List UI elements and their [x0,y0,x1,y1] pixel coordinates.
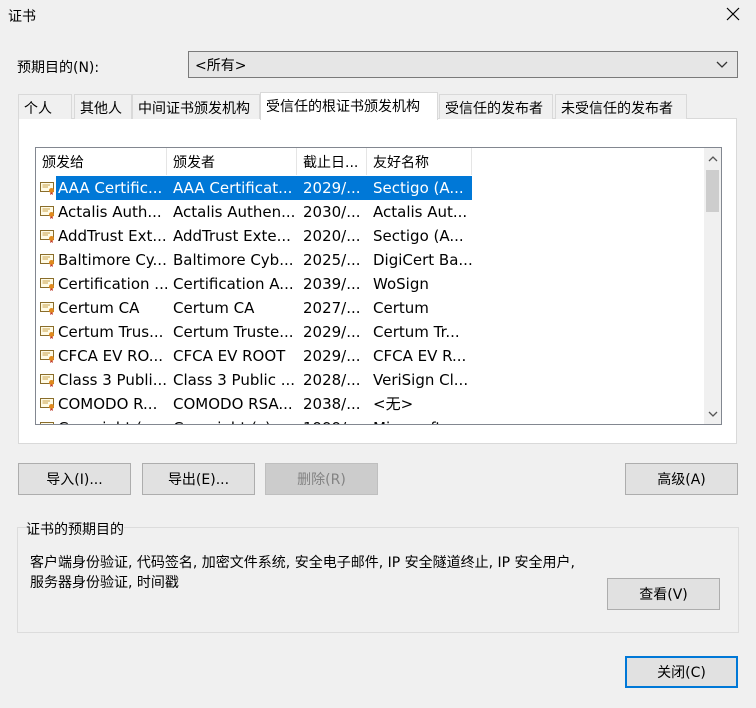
table-cell: VeriSign Cl... [373,371,469,389]
table-row[interactable]: Certum Trus... Certum Truste... 2029/... Ce… [36,320,706,344]
tab-other-people[interactable]: 其他人 [74,94,132,119]
table-cell: Sectigo (A... [373,227,464,245]
table-cell: AAA Certificat... [173,179,293,197]
advanced-button[interactable]: 高级(A) [625,463,738,495]
table-cell: DigiCert Ba... [373,251,472,269]
chevron-down-icon [716,61,728,68]
table-cell: 2029/... [303,179,361,197]
list-header: 颁发给 颁发者 截止日... 友好名称 [36,148,706,175]
column-friendly-name[interactable]: 友好名称 [367,148,472,175]
table-cell: Certum Truste... [173,323,294,341]
table-cell: 2020/... [303,227,361,245]
table-cell: COMODO RSA... [173,395,293,413]
table-cell: Copyright (c) ... [167,416,297,424]
table-cell: 2029/... [303,323,361,341]
vertical-scrollbar[interactable] [704,148,721,424]
table-row[interactable]: Class 3 Publi... Class 3 Public ... 2028/.… [36,368,706,392]
chevron-down-icon [708,411,717,417]
certificate-list[interactable]: 颁发给 颁发者 截止日... 友好名称 AAA Certific... AAA C… [35,147,722,425]
view-button[interactable]: 查看(V) [607,578,720,610]
cert-purposes-title: 证书的预期目的 [26,519,124,539]
table-cell: CFCA EV ROOT [173,347,286,365]
table-row[interactable]: Copyright (c...Copyright (c) ...1999/...… [36,416,706,424]
column-expiration[interactable]: 截止日... [297,148,367,175]
table-cell: Actalis Auth... [58,203,162,221]
table-cell: Class 3 Public ... [173,371,296,389]
table-cell: 2029/... [303,347,361,365]
table-cell: Actalis Authen... [173,203,296,221]
window-title: 证书 [8,9,36,25]
table-cell: Actalis Aut... [373,203,468,221]
tab-untrusted-publishers[interactable]: 未受信任的发布者 [555,94,687,119]
table-cell: Baltimore Cyb... [173,251,294,269]
scroll-thumb[interactable] [706,170,719,212]
table-row[interactable]: AAA Certific... AAA Certificat... 2029/...… [36,176,706,200]
table-cell: Sectigo (A... [373,179,464,197]
table-row[interactable]: Certum CA Certum CA 2027/... Certum [36,296,706,320]
table-cell: 2039/... [303,275,361,293]
cert-purposes-text: 客户端身份验证, 代码签名, 加密文件系统, 安全电子邮件, IP 安全隧道终止… [30,555,575,591]
table-row[interactable]: Actalis Auth... Actalis Authen... 2030/...… [36,200,706,224]
table-cell: Certum Trus... [58,323,164,341]
table-cell: Class 3 Publi... [58,371,167,389]
close-icon [726,7,740,21]
table-cell: Certum CA [58,299,140,317]
table-cell: CFCA EV R... [373,347,467,365]
table-cell: Certum [373,299,429,317]
table-cell: <无> [373,395,414,413]
table-cell: AddTrust Ext... [58,227,167,245]
purpose-label: 预期目的(N): [17,60,100,76]
table-cell: 2025/... [303,251,361,269]
table-cell: Certification ... [58,275,167,293]
close-window-button[interactable] [718,0,748,28]
column-issued-by[interactable]: 颁发者 [167,148,297,175]
table-cell: CFCA EV RO... [58,347,164,365]
scroll-down-button[interactable] [704,405,721,422]
tab-personal[interactable]: 个人 [18,94,72,119]
scroll-up-button[interactable] [704,150,721,167]
table-cell: AAA Certific... [58,179,163,197]
table-cell: 2030/... [303,203,361,221]
table-cell: Certification A... [173,275,294,293]
table-cell: Microsoft ... [367,416,472,424]
tab-trusted-root-ca[interactable]: 受信任的根证书颁发机构 [260,92,438,120]
column-issued-to[interactable]: 颁发给 [36,148,167,175]
table-row[interactable]: Baltimore Cy... Baltimore Cyb... 2025/... D… [36,248,706,272]
table-cell: Copyright (c... [36,416,167,424]
table-row[interactable]: CFCA EV RO... CFCA EV ROOT 2029/... CFCA EV… [36,344,706,368]
tab-intermediate-ca[interactable]: 中间证书颁发机构 [132,94,260,119]
import-button[interactable]: 导入(I)... [18,463,131,495]
table-cell: WoSign [373,275,429,293]
table-cell: Certum Tr... [373,323,460,341]
purpose-selected-value: <所有> [195,58,247,74]
table-cell: Baltimore Cy... [58,251,167,269]
table-row[interactable]: AddTrust Ext... AddTrust Exte... 2020/... S… [36,224,706,248]
table-cell: 2027/... [303,299,361,317]
table-cell: 2038/... [303,395,361,413]
tab-trusted-publishers[interactable]: 受信任的发布者 [439,94,553,119]
table-row[interactable]: Certification ... Certification A... 2039/… [36,272,706,296]
table-cell: AddTrust Exte... [173,227,291,245]
purpose-dropdown[interactable]: <所有> [188,51,738,78]
export-button[interactable]: 导出(E)... [142,463,255,495]
remove-button[interactable]: 删除(R) [265,463,378,495]
table-cell: 2028/... [303,371,361,389]
close-button[interactable]: 关闭(C) [625,656,738,688]
table-cell: Certum CA [173,299,255,317]
table-cell: 1999/... [297,416,367,424]
chevron-up-icon [708,155,717,161]
table-cell: COMODO R... [58,395,158,413]
table-row[interactable]: COMODO R... COMODO RSA... 2038/... <无> [36,392,706,416]
